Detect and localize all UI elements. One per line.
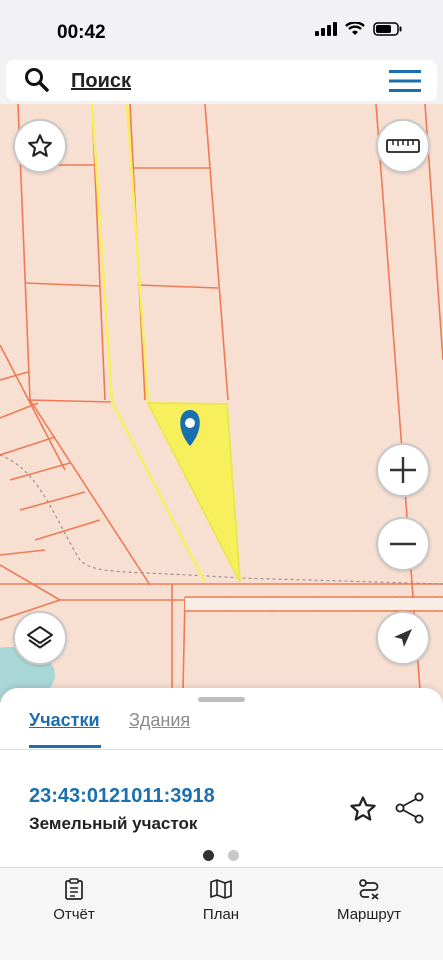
ruler-icon: [386, 139, 420, 153]
tab-buildings[interactable]: Здания: [129, 710, 190, 731]
battery-icon: [373, 22, 402, 36]
plus-icon: [390, 457, 416, 483]
map-plan-icon: [210, 879, 232, 899]
map-canvas[interactable]: [0, 104, 443, 704]
layers-button[interactable]: [13, 611, 67, 665]
report-icon: [65, 878, 83, 900]
ruler-button[interactable]: [376, 119, 430, 173]
page-dot: [228, 850, 239, 861]
search-bar[interactable]: Поиск: [6, 60, 437, 101]
star-icon: [28, 134, 52, 157]
wifi-icon: [345, 22, 365, 35]
nav-report-label: Отчёт: [53, 906, 95, 923]
page-dot-active: [203, 850, 214, 861]
minus-icon: [390, 542, 416, 546]
favorite-map-button[interactable]: [13, 119, 67, 173]
signal-icon: [315, 22, 337, 36]
navigation-arrow-icon: [394, 629, 412, 647]
cadastral-map[interactable]: [0, 104, 443, 704]
active-tab-indicator: [29, 745, 101, 748]
search-input[interactable]: Поиск: [71, 70, 131, 93]
nav-plan-label: План: [202, 906, 240, 923]
layers-icon: [27, 626, 53, 649]
page-indicator: [203, 850, 239, 861]
nav-report[interactable]: Отчёт: [14, 878, 134, 923]
parcel-info-sheet[interactable]: Участки Здания 23:43:0121011:3918 Земель…: [0, 688, 443, 868]
parcel-type: Земельный участок: [29, 814, 198, 833]
nav-route[interactable]: Маршрут: [309, 878, 429, 923]
tab-parcels[interactable]: Участки: [29, 710, 100, 731]
bottom-navigation: Отчёт План Маршрут: [0, 867, 443, 960]
nav-plan[interactable]: План: [161, 878, 281, 923]
route-icon: [359, 879, 379, 900]
zoom-in-button[interactable]: [376, 443, 430, 497]
share-icon[interactable]: [395, 792, 425, 824]
menu-icon[interactable]: [389, 69, 421, 93]
status-time: 00:42: [57, 22, 106, 43]
divider: [0, 749, 443, 750]
sheet-drag-handle[interactable]: [198, 697, 245, 702]
cadastral-number[interactable]: 23:43:0121011:3918: [29, 785, 215, 808]
my-location-button[interactable]: [376, 611, 430, 665]
status-bar: 00:42: [0, 0, 443, 60]
favorite-star-icon[interactable]: [348, 794, 378, 824]
nav-route-label: Маршрут: [337, 906, 401, 923]
search-icon[interactable]: [24, 67, 50, 93]
zoom-out-button[interactable]: [376, 517, 430, 571]
status-icons: [315, 22, 403, 36]
